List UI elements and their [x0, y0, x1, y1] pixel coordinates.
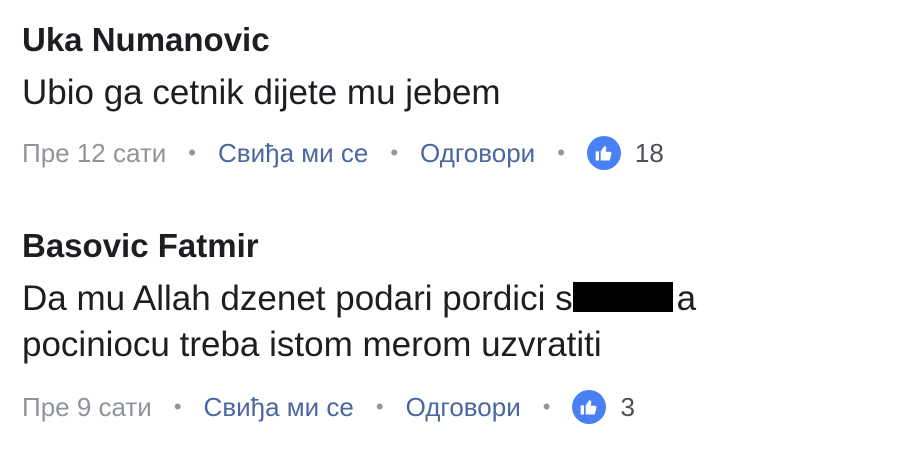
comment-text-fragment: Da mu Allah dzenet podari pordici s [22, 279, 573, 318]
reply-button[interactable]: Одговори [420, 138, 535, 169]
reaction-summary[interactable]: 3 [572, 390, 635, 424]
like-button[interactable]: Свиђа ми се [218, 138, 368, 169]
comment-time[interactable]: Пре 9 сати [22, 392, 152, 423]
comment-text-line: Ubio ga cetnik dijete mu jebem [22, 73, 501, 112]
separator-dot: • [173, 394, 182, 419]
thumbs-up-icon [586, 136, 621, 170]
reply-button[interactable]: Одговори [406, 392, 521, 423]
comment-text-line: Da mu Allah dzenet podari pordici s a [22, 276, 900, 322]
comment-text: Ubio ga cetnik dijete mu jebem [22, 70, 900, 116]
separator-dot: • [375, 394, 384, 419]
comment-author[interactable]: Basovic Fatmir [22, 226, 900, 266]
comment-text-fragment: a [676, 279, 697, 318]
redaction-block [572, 282, 673, 312]
comment-author[interactable]: Uka Numanovic [22, 20, 900, 60]
comment-actions: Пре 12 сати • Свиђа ми се • Одговори • 1… [22, 136, 900, 170]
like-count: 18 [634, 137, 664, 168]
separator-dot: • [188, 140, 196, 165]
comment-2: Basovic Fatmir Da mu Allah dzenet podari… [22, 226, 900, 424]
comment-text: Da mu Allah dzenet podari pordici s a poc… [22, 276, 900, 368]
reaction-summary[interactable]: 18 [586, 136, 664, 170]
like-count: 3 [620, 391, 635, 422]
separator-dot: • [542, 394, 551, 419]
comment-1: Uka Numanovic Ubio ga cetnik dijete mu j… [22, 20, 900, 170]
comment-text-line: pociniocu treba istom merom uzvratiti [22, 325, 602, 364]
separator-dot: • [557, 140, 565, 165]
separator-dot: • [390, 140, 399, 165]
comment-time[interactable]: Пре 12 сати [22, 138, 166, 169]
comment-actions: Пре 9 сати • Свиђа ми се • Одговори • 3 [22, 390, 900, 424]
like-button[interactable]: Свиђа ми се [204, 392, 354, 423]
thumbs-up-icon [572, 390, 607, 424]
